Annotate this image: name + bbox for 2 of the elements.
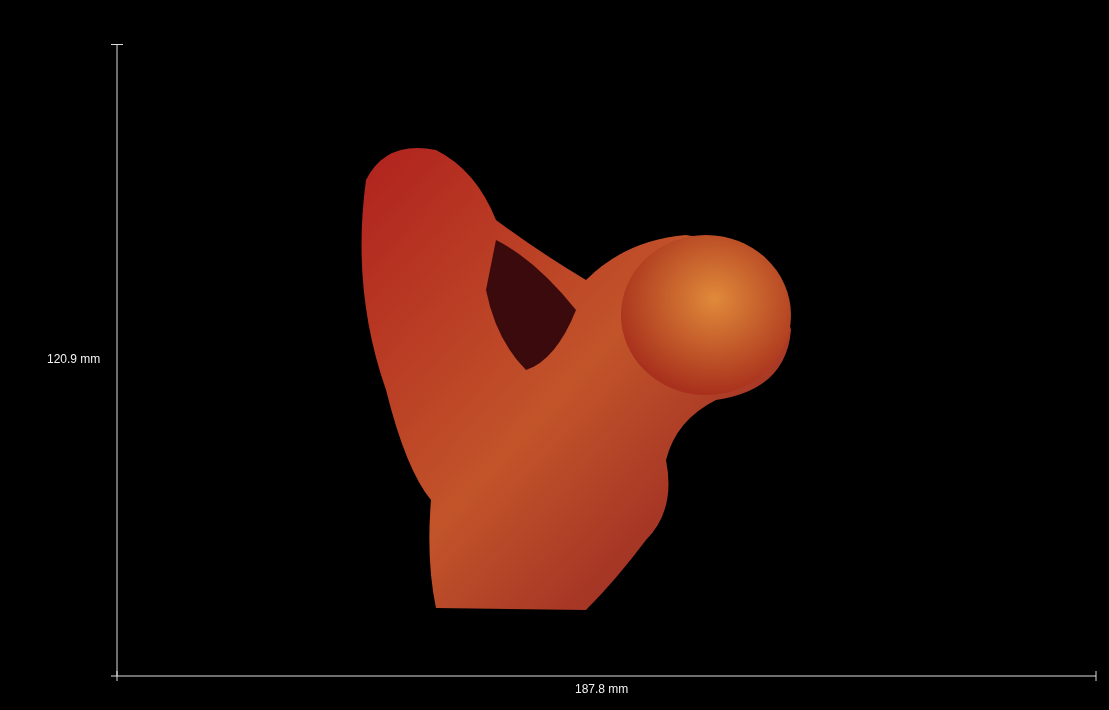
vertical-measurement: 120.9 mm — [47, 352, 101, 366]
horizontal-measurement: 187.8 mm — [575, 682, 629, 696]
